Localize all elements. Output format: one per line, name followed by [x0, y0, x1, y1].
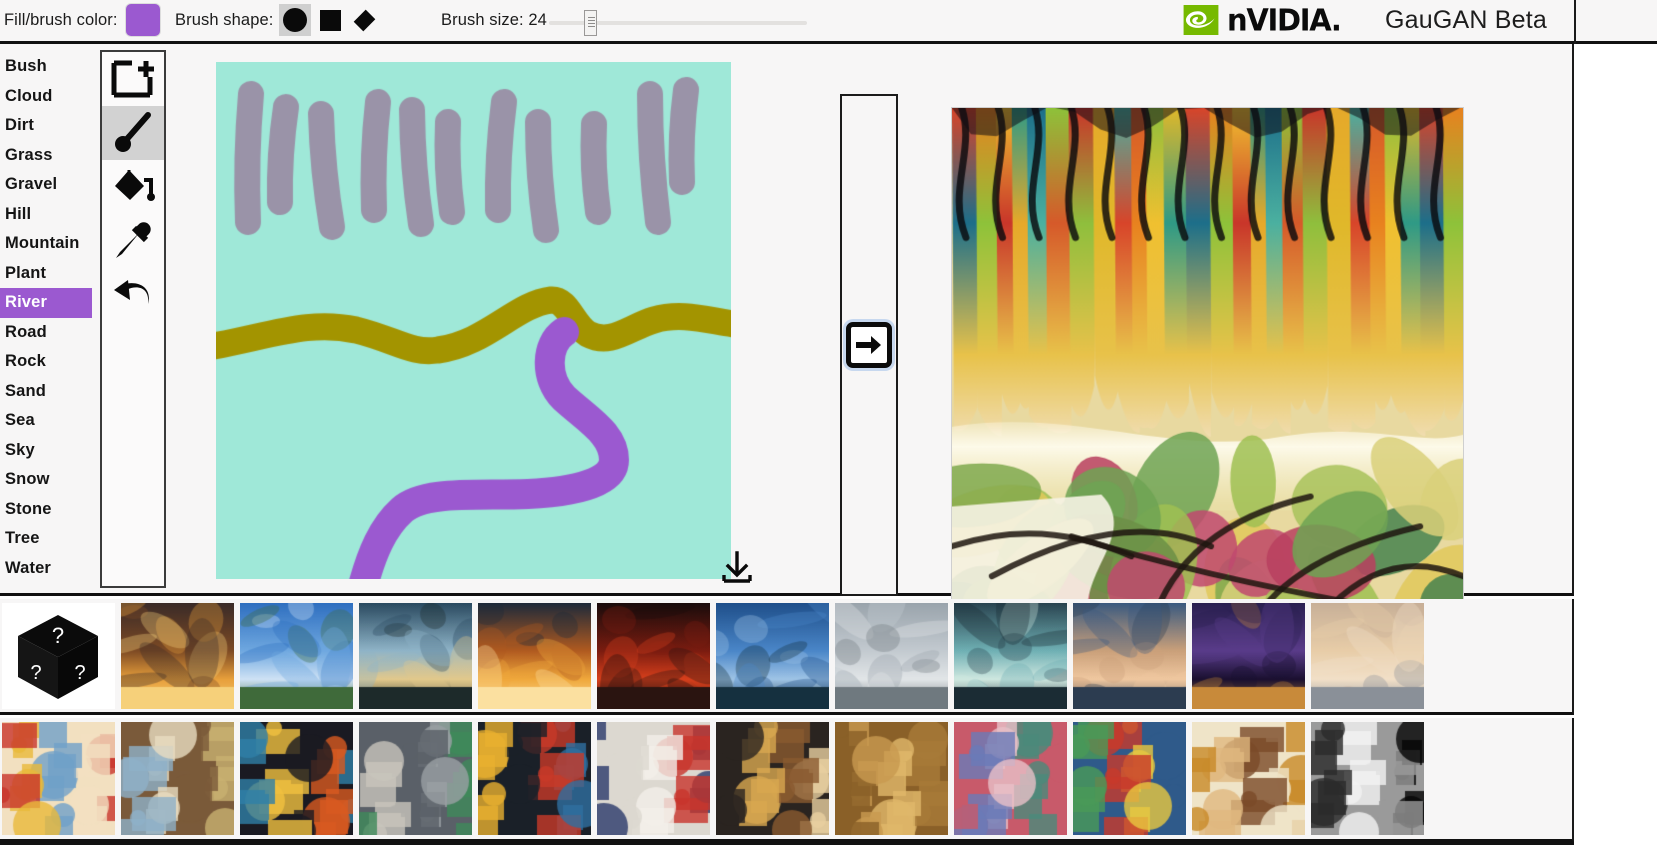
scene-pink-clouds[interactable]	[1073, 603, 1186, 709]
paint-bucket-icon	[110, 166, 156, 208]
style-thumbnail-strip	[0, 718, 1574, 842]
segment-label-tree[interactable]: Tree	[0, 524, 92, 554]
scene-grey-beach[interactable]	[835, 603, 948, 709]
random-scene[interactable]: ???	[2, 603, 115, 709]
brush-size-label: Brush size: 24	[441, 11, 547, 30]
segment-label-list: Bush Cloud Dirt Grass Gravel Hill Mountain Plan…	[0, 52, 92, 583]
style-black-white-lines[interactable]	[1311, 722, 1424, 835]
style-tan-collage[interactable]	[716, 722, 829, 835]
nvidia-logo: nVIDIA.	[1182, 3, 1341, 37]
brush-shape-label: Brush shape:	[175, 11, 273, 30]
new-canvas-icon	[110, 59, 156, 99]
brush-tool[interactable]	[102, 106, 164, 160]
tool-palette	[100, 50, 166, 588]
segment-label-mountain[interactable]: Mountain	[0, 229, 92, 259]
scene-hazy-sunset[interactable]	[1311, 603, 1424, 709]
segment-label-road[interactable]: Road	[0, 318, 92, 348]
fill-tool[interactable]	[102, 160, 164, 214]
scene-lake-dusk[interactable]	[359, 603, 472, 709]
brush-shape-square-button[interactable]	[314, 4, 346, 36]
square-icon	[320, 10, 341, 31]
style-grey-cubist[interactable]	[359, 722, 472, 835]
diamond-icon	[353, 9, 375, 31]
segment-label-bush[interactable]: Bush	[0, 52, 92, 82]
nvidia-eye-icon	[1182, 3, 1220, 37]
style-stained-glass[interactable]	[121, 722, 234, 835]
undo-tool[interactable]	[102, 268, 164, 322]
paintbrush-icon	[110, 112, 156, 154]
style-colorful-cubist[interactable]	[478, 722, 591, 835]
new-canvas-tool[interactable]	[102, 52, 164, 106]
brush-size-slider[interactable]	[549, 21, 807, 25]
segment-label-gravel[interactable]: Gravel	[0, 170, 92, 200]
brush-size-slider-handle[interactable]	[584, 10, 597, 36]
segment-label-sand[interactable]: Sand	[0, 377, 92, 407]
style-blue-portrait[interactable]	[954, 722, 1067, 835]
scene-ocean-sunset[interactable]	[478, 603, 591, 709]
segment-label-cloud[interactable]: Cloud	[0, 82, 92, 112]
scene-thumbnail-strip: ???	[0, 599, 1574, 715]
svg-text:?: ?	[30, 662, 41, 684]
eyedropper-icon	[110, 220, 156, 262]
circle-icon	[283, 8, 307, 32]
segment-label-stone[interactable]: Stone	[0, 495, 92, 525]
style-red-handprint[interactable]	[597, 722, 710, 835]
brush-shape-diamond-button[interactable]	[348, 4, 380, 36]
segment-label-plant[interactable]: Plant	[0, 259, 92, 289]
app-title: GauGAN Beta	[1385, 6, 1547, 35]
scene-purple-lake[interactable]	[1192, 603, 1305, 709]
generated-image	[951, 107, 1464, 627]
download-segmentation-button[interactable]	[717, 547, 757, 587]
style-abstract-florals[interactable]	[2, 722, 115, 835]
scene-tree-sunset[interactable]	[121, 603, 234, 709]
workspace: Bush Cloud Dirt Grass Gravel Hill Mountain Plan…	[0, 44, 1574, 596]
fill-color-swatch[interactable]	[126, 4, 160, 36]
segment-label-river[interactable]: River	[0, 288, 92, 318]
generate-column	[840, 94, 898, 596]
segmentation-canvas-area[interactable]	[216, 62, 731, 579]
segment-label-rock[interactable]: Rock	[0, 347, 92, 377]
top-toolbar: Fill/brush color: Brush shape: Brush siz…	[0, 0, 1657, 44]
nvidia-wordmark: nVIDIA.	[1227, 2, 1341, 38]
eyedropper-tool[interactable]	[102, 214, 164, 268]
scene-highway-clouds[interactable]	[240, 603, 353, 709]
brush-shape-circle-button[interactable]	[279, 4, 311, 36]
segment-label-sea[interactable]: Sea	[0, 406, 92, 436]
segmentation-canvas[interactable]	[216, 62, 731, 579]
segment-label-hill[interactable]: Hill	[0, 200, 92, 230]
scene-blue-fjord[interactable]	[716, 603, 829, 709]
style-self-portrait[interactable]	[1192, 722, 1305, 835]
fill-color-label: Fill/brush color:	[4, 11, 118, 30]
generated-output-area	[951, 107, 1464, 627]
toolbar-divider	[1574, 0, 1576, 44]
arrow-right-icon	[855, 334, 883, 356]
scene-night-water[interactable]	[954, 603, 1067, 709]
style-green-interior[interactable]	[1073, 722, 1186, 835]
scene-red-sky[interactable]	[597, 603, 710, 709]
svg-text:?: ?	[52, 623, 64, 648]
segment-label-sky[interactable]: Sky	[0, 436, 92, 466]
segment-label-dirt[interactable]: Dirt	[0, 111, 92, 141]
style-umbrella-rain[interactable]	[240, 722, 353, 835]
segment-label-water[interactable]: Water	[0, 554, 92, 584]
style-gold-spiral[interactable]	[835, 722, 948, 835]
undo-arrow-icon	[110, 274, 156, 316]
generate-button[interactable]	[846, 322, 892, 368]
segment-label-grass[interactable]: Grass	[0, 141, 92, 171]
segment-label-snow[interactable]: Snow	[0, 465, 92, 495]
svg-text:?: ?	[74, 662, 85, 684]
